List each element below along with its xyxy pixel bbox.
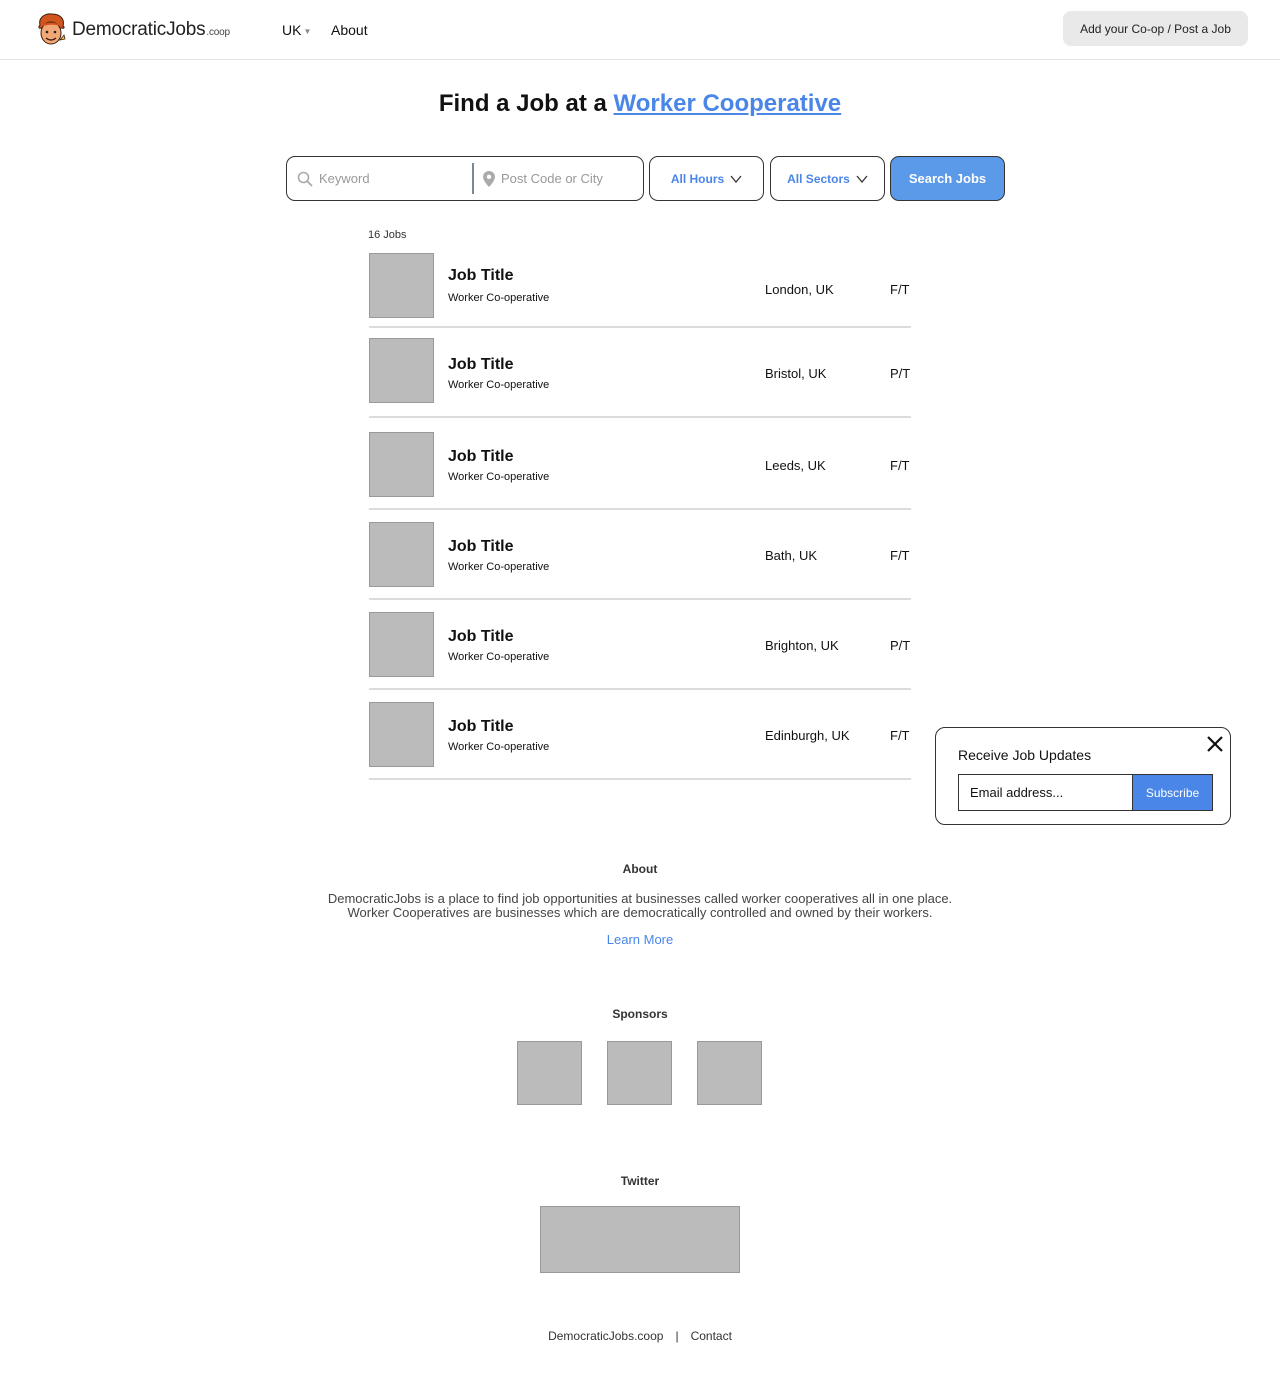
sectors-label: All Sectors [787, 171, 850, 186]
job-location: Bath, UK [765, 548, 818, 563]
job-org: Worker Co-operative [448, 292, 550, 304]
job-hours: F/T [890, 458, 910, 473]
job-logo-placeholder [369, 612, 434, 677]
job-location: Bristol, UK [765, 366, 827, 381]
job-hours: F/T [890, 548, 910, 563]
sponsor-logo-placeholder[interactable] [517, 1041, 582, 1105]
job-hours: F/T [890, 728, 910, 743]
location-input[interactable]: Post Code or City [483, 157, 603, 200]
map-pin-icon [483, 170, 495, 187]
about-text-line-2: Worker Cooperatives are businesses which… [347, 905, 933, 920]
job-org: Worker Co-operative [448, 741, 550, 753]
job-location: Leeds, UK [765, 458, 826, 473]
sponsor-logo-placeholder[interactable] [607, 1041, 672, 1105]
row-divider [369, 508, 911, 510]
close-icon[interactable] [1204, 733, 1226, 755]
row-divider [369, 778, 911, 780]
page-title: Find a Job at a Worker Cooperative [0, 90, 1280, 118]
chevron-down-icon [856, 175, 868, 183]
job-location: Edinburgh, UK [765, 728, 850, 743]
twitter-heading: Twitter [620, 1174, 660, 1188]
job-logo-placeholder [369, 522, 434, 587]
job-count: 16 Jobs [368, 229, 407, 241]
chevron-down-icon [730, 175, 742, 183]
job-org: Worker Co-operative [448, 471, 550, 483]
job-logo-placeholder [369, 702, 434, 767]
job-hours: P/T [890, 366, 911, 381]
job-logo-placeholder [369, 432, 434, 497]
site-header: DemocraticJobs.coop UK ▼ About Add your … [0, 0, 1280, 60]
job-org: Worker Co-operative [448, 379, 550, 391]
page-title-text: Find a Job at a [438, 90, 614, 117]
footer-links: DemocraticJobs.coop | Contact [0, 1329, 1280, 1343]
hours-dropdown[interactable]: All Hours [649, 156, 764, 201]
hours-label: All Hours [670, 171, 725, 186]
job-title[interactable]: Job Title [448, 267, 514, 285]
popup-title: Receive Job Updates [958, 747, 1092, 763]
job-logo-placeholder [369, 338, 434, 403]
row-divider [369, 416, 911, 418]
job-org: Worker Co-operative [448, 651, 550, 663]
learn-more-wrap: Learn More [0, 931, 1280, 949]
location-placeholder: Post Code or City [501, 171, 603, 186]
job-title[interactable]: Job Title [448, 628, 514, 646]
subscribe-button[interactable]: Subscribe [1132, 774, 1213, 811]
job-location: London, UK [765, 282, 834, 297]
about-heading: About [622, 862, 658, 876]
site-logo[interactable]: DemocraticJobs.coop [36, 13, 230, 47]
learn-more-link[interactable]: Learn More [607, 932, 673, 947]
post-job-button[interactable]: Add your Co-op / Post a Job [1063, 11, 1248, 46]
job-logo-placeholder [369, 253, 434, 318]
twitter-feed-placeholder[interactable] [540, 1206, 740, 1273]
row-divider [369, 688, 911, 690]
search-icon [297, 171, 313, 187]
region-dropdown[interactable]: UK ▼ [282, 22, 311, 38]
about-text-line-1: DemocraticJobs is a place to find job op… [327, 891, 953, 906]
job-title[interactable]: Job Title [448, 718, 514, 736]
job-org: Worker Co-operative [448, 561, 550, 573]
logo-text: DemocraticJobs.coop [72, 19, 230, 40]
job-location: Brighton, UK [765, 638, 839, 653]
region-label: UK [282, 22, 302, 38]
sponsor-logo-placeholder[interactable] [697, 1041, 762, 1105]
job-updates-popup: Receive Job Updates Email address... Sub… [935, 727, 1231, 825]
keyword-placeholder: Keyword [319, 171, 370, 186]
row-divider [369, 326, 911, 328]
caret-down-icon: ▼ [303, 26, 312, 36]
job-title[interactable]: Job Title [448, 538, 514, 556]
search-jobs-button[interactable]: Search Jobs [890, 156, 1005, 201]
logo-tld: .coop [206, 27, 230, 38]
keyword-input[interactable]: Keyword [297, 157, 370, 200]
row-divider [369, 598, 911, 600]
footer-contact-link[interactable]: Contact [691, 1329, 732, 1343]
logo-face-icon [38, 13, 66, 45]
email-field[interactable]: Email address... [958, 774, 1132, 811]
sponsors-heading: Sponsors [612, 1007, 668, 1021]
job-hours: P/T [890, 638, 911, 653]
worker-cooperative-link[interactable]: Worker Cooperative [614, 90, 842, 117]
job-title[interactable]: Job Title [448, 356, 514, 374]
footer-separator: | [675, 1329, 679, 1343]
footer-site-link[interactable]: DemocraticJobs.coop [548, 1329, 663, 1343]
sectors-dropdown[interactable]: All Sectors [770, 156, 885, 201]
job-hours: F/T [890, 282, 910, 297]
search-box: Keyword Post Code or City [286, 156, 644, 201]
nav-about-link[interactable]: About [331, 22, 368, 38]
search-divider [472, 163, 474, 194]
job-title[interactable]: Job Title [448, 448, 514, 466]
